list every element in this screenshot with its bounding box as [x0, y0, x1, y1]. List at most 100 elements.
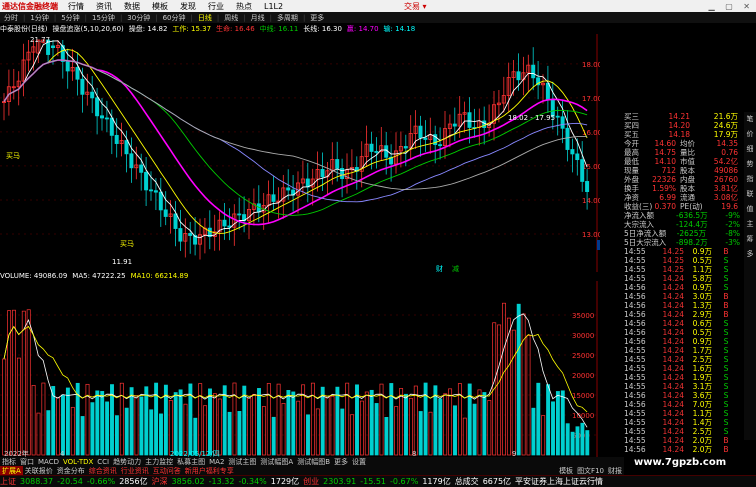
volume-bar: [212, 393, 217, 456]
index-tab-10[interactable]: 测试幅图A: [258, 457, 295, 466]
indicator-name[interactable]: 操盘追涨(5,10,20,60): [52, 24, 123, 34]
index-tab-2[interactable]: MACD: [36, 458, 61, 466]
index-tab-13[interactable]: 设置: [350, 457, 368, 466]
price-tick-label: 13.00: [582, 231, 600, 239]
bottom-tab-6[interactable]: 新用户福利专享: [183, 466, 236, 475]
tick-time: 14:56: [624, 328, 646, 337]
candle-body: [516, 71, 521, 81]
candle-body: [565, 127, 570, 150]
bottom-tab-1[interactable]: 关联报价: [23, 466, 55, 475]
tick-time: 14:56: [624, 292, 646, 301]
tick-price: 14.24: [662, 337, 684, 346]
menu-item-faxian[interactable]: 发现: [174, 1, 202, 12]
menu-item-shuju[interactable]: 数据: [118, 1, 146, 12]
hs-index-pct: -0.34%: [238, 477, 267, 486]
volume-bar: [404, 393, 408, 456]
index-tab-4[interactable]: CCI: [95, 458, 111, 466]
tick-price: 14.24: [662, 292, 684, 301]
period-tab-4[interactable]: 30分钟: [123, 13, 154, 23]
hs-index-name[interactable]: 沪深: [152, 476, 168, 487]
volume-bar: [198, 383, 203, 456]
side-tab-2[interactable]: 细: [747, 145, 754, 154]
bottom-tab-2[interactable]: 资金分布: [55, 466, 87, 475]
side-tab-3[interactable]: 势: [747, 160, 754, 169]
index-tab-1[interactable]: 窗口: [18, 457, 36, 466]
candle-body: [109, 117, 114, 136]
volume-bar: [31, 385, 36, 456]
side-tab-1[interactable]: 价: [747, 130, 754, 139]
volume-bar: [21, 310, 26, 456]
period-tab-10[interactable]: 更多: [306, 13, 328, 23]
volume-bar: [46, 410, 51, 456]
period-tab-7[interactable]: 周线: [220, 13, 242, 23]
sh-index-name[interactable]: 上证: [0, 476, 16, 487]
period-tab-8[interactable]: 月线: [247, 13, 269, 23]
volume-chart[interactable]: 35000300002500020000150001000050002022年4…: [0, 281, 600, 457]
x-axis-label: 2022/05/12/四: [170, 450, 220, 457]
candle-body: [575, 153, 580, 161]
zhongxian-value: 中线: 16.11: [259, 24, 299, 33]
side-tab-9[interactable]: 多: [747, 250, 754, 259]
index-tab-9[interactable]: 测试主图: [226, 457, 258, 466]
period-tab-0[interactable]: 分时: [0, 13, 22, 23]
side-tab-0[interactable]: 笔: [747, 115, 754, 124]
index-tab-8[interactable]: MA2: [207, 458, 226, 466]
extra-value-1: 赢: 14.70: [346, 24, 379, 33]
volume-bar: [575, 426, 580, 456]
index-tab-12[interactable]: 更多: [332, 457, 350, 466]
bottom-right-tab-0[interactable]: 模板: [557, 466, 575, 475]
tick-time: 14:56: [624, 391, 646, 400]
index-tab-3[interactable]: VOL-TDX: [61, 458, 95, 466]
tick-side: S: [723, 364, 729, 373]
window-controls-icon[interactable]: ▁ ▢ ✕: [709, 2, 755, 11]
tick-side: S: [723, 391, 729, 400]
side-tab-7[interactable]: 主: [747, 220, 754, 229]
index-tab-6[interactable]: 主力监控: [143, 457, 175, 466]
menu-item-moban[interactable]: 模板: [146, 1, 174, 12]
stock-title: 中泰股份(日线): [0, 24, 48, 33]
bottom-right-tab-2[interactable]: 财报: [606, 466, 624, 475]
menu-item-hangqing[interactable]: 行情: [62, 1, 90, 12]
volume-bar: [80, 416, 85, 456]
menu-item-zixun[interactable]: 资讯: [90, 1, 118, 12]
menu-item-hangye[interactable]: 行业: [202, 1, 230, 12]
bottom-right-tab-1[interactable]: 图文F10: [575, 466, 606, 475]
cy-index-name[interactable]: 创业: [303, 476, 319, 487]
index-tab-7[interactable]: 私募主图: [175, 457, 207, 466]
tick-row[interactable]: 14:56 14.24 2.0万 B: [624, 445, 744, 454]
side-tab-8[interactable]: 筹: [747, 235, 754, 244]
volume-bar: [291, 391, 296, 456]
side-tab-6[interactable]: 值: [747, 205, 754, 214]
candle-body: [114, 134, 119, 144]
volume-bar: [217, 398, 222, 456]
tick-side: B: [723, 436, 729, 445]
volume-bar: [325, 395, 330, 456]
period-tab-6[interactable]: 日线: [194, 13, 216, 23]
period-tab-9[interactable]: 多周期: [273, 13, 302, 23]
volume-bar: [65, 387, 70, 456]
bottom-tab-4[interactable]: 行业资讯: [119, 466, 151, 475]
trade-button[interactable]: 交易 ▾: [404, 1, 427, 12]
period-tab-3[interactable]: 15分钟: [88, 13, 119, 23]
period-tab-2[interactable]: 5分钟: [57, 13, 83, 23]
candle-body: [129, 153, 134, 169]
index-tab-5[interactable]: 趋势动力: [111, 457, 143, 466]
volume-bar: [369, 389, 374, 456]
period-tab-1[interactable]: 1分钟: [26, 13, 52, 23]
sh-index-value: 3088.37: [20, 477, 54, 486]
bottom-tab-0[interactable]: 扩展A: [0, 466, 23, 475]
period-separator: |: [243, 13, 246, 22]
bottom-tab-5[interactable]: 互动问答: [151, 466, 183, 475]
candle-body: [560, 116, 565, 129]
price-chart[interactable]: 18.0017.0016.0015.0014.0013.0021.7711.91…: [0, 34, 600, 272]
menu-item-l1l2[interactable]: L1L2: [258, 2, 289, 11]
bottom-tab-3[interactable]: 综合资讯: [87, 466, 119, 475]
index-tab-11[interactable]: 测试幅图B: [295, 457, 332, 466]
volume-bar: [565, 423, 570, 456]
news-ticker[interactable]: 平安证券上海上证云行情: [515, 476, 603, 487]
menu-item-redian[interactable]: 热点: [230, 1, 258, 12]
side-tab-4[interactable]: 指: [747, 175, 754, 184]
side-tab-5[interactable]: 联: [747, 190, 754, 199]
period-tab-5[interactable]: 60分钟: [159, 13, 190, 23]
index-tab-0[interactable]: 指标: [0, 457, 18, 466]
